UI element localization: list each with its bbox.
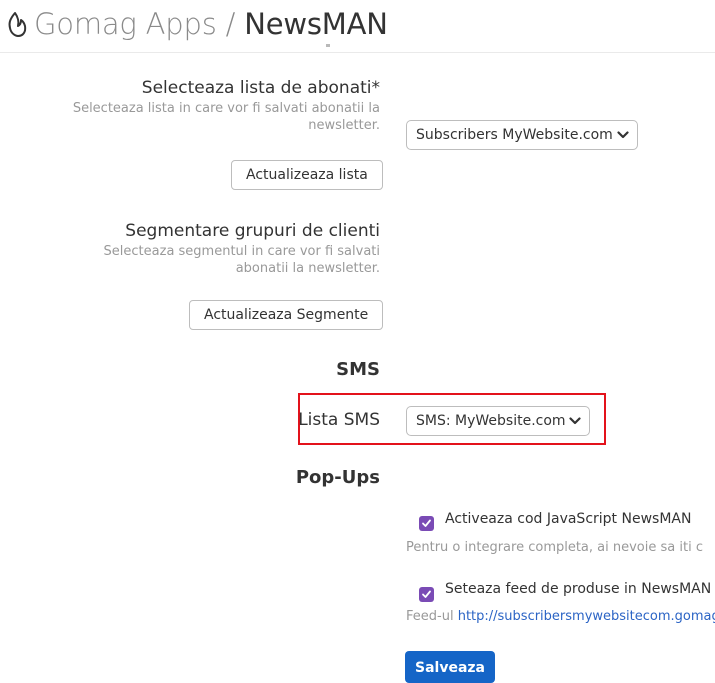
check-icon	[422, 590, 431, 598]
popups-heading: Pop-Ups	[295, 467, 380, 488]
sms-list-label: Lista SMS	[298, 410, 380, 430]
save-button[interactable]: Salveaza	[405, 651, 495, 683]
breadcrumb-separator: /	[216, 7, 245, 41]
divider	[326, 44, 330, 47]
app-header: Gomag Apps / NewsMAN	[0, 0, 715, 53]
subscribers-label-group: Selecteaza lista de abonati* Selecteaza …	[73, 77, 380, 134]
subscribers-label: Selecteaza lista de abonati*	[141, 78, 380, 98]
sms-heading: SMS	[336, 359, 380, 380]
subscribers-list-select[interactable]: Subscribers MyWebsite.com	[406, 120, 638, 150]
flame-icon	[8, 12, 27, 37]
product-feed-link[interactable]: http://subscribersmywebsitecom.gomag	[458, 609, 715, 624]
update-segments-button[interactable]: Actualizeaza Segmente	[189, 300, 384, 330]
segments-help-line1: Selecteaza segmentul in care vor fi salv…	[103, 244, 380, 259]
product-feed-help-prefix: Feed-ul	[406, 609, 458, 624]
subscribers-list-value: Subscribers MyWebsite.com	[416, 127, 613, 143]
product-feed-checkbox[interactable]	[419, 587, 434, 602]
page-name: NewsMAN	[244, 7, 388, 41]
app-name[interactable]: Gomag Apps	[34, 7, 217, 41]
sms-list-value: SMS: MyWebsite.com	[416, 413, 566, 429]
chevron-down-icon	[617, 131, 629, 139]
sms-list-select[interactable]: SMS: MyWebsite.com	[406, 406, 590, 436]
subscribers-help-line1: Selecteaza lista in care vor fi salvati …	[72, 101, 380, 116]
js-code-checkbox-label[interactable]: Activeaza cod JavaScript NewsMAN	[445, 511, 691, 527]
update-list-button[interactable]: Actualizeaza lista	[231, 160, 383, 190]
segments-help-line2: abonatii la newsletter.	[235, 261, 380, 276]
segments-label: Segmentare grupuri de clienti	[125, 221, 380, 241]
segments-label-group: Segmentare grupuri de clienti Selecteaza…	[104, 220, 380, 277]
js-code-help: Pentru o integrare completa, ai nevoie s…	[406, 540, 703, 555]
product-feed-checkbox-label[interactable]: Seteaza feed de produse in NewsMAN	[445, 581, 711, 597]
page-title: Gomag Apps / NewsMAN	[34, 4, 388, 44]
chevron-down-icon	[569, 417, 581, 425]
check-icon	[422, 519, 431, 527]
product-feed-help: Feed-ul http://subscribersmywebsitecom.g…	[406, 609, 715, 624]
js-code-checkbox[interactable]	[419, 516, 434, 531]
page: Gomag Apps / NewsMAN Selecteaza lista de…	[0, 0, 715, 683]
subscribers-help-line2: newsletter.	[308, 118, 380, 133]
